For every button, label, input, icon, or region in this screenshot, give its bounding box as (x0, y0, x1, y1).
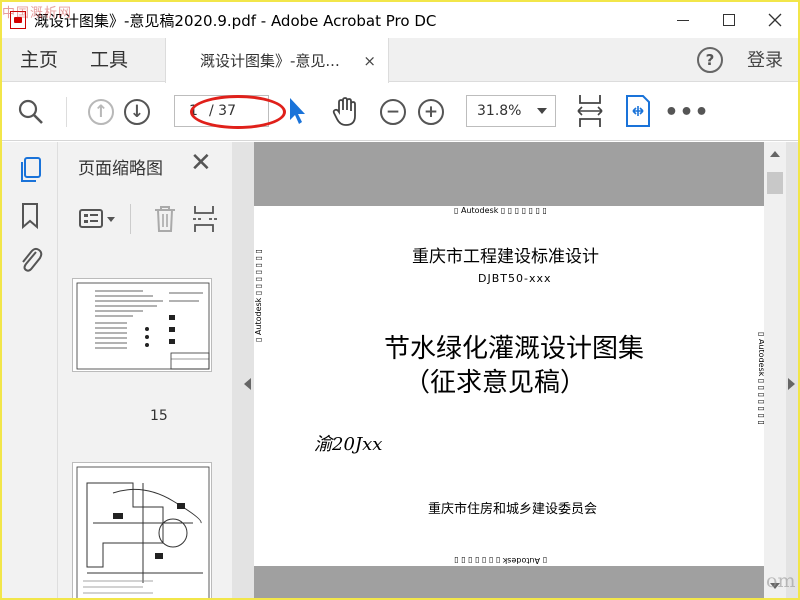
scroll-up-button[interactable] (770, 150, 780, 158)
arrow-down-icon: ↓ (124, 99, 150, 125)
document-heading: 重庆市工程建设标准设计 (412, 247, 599, 267)
close-panel-button[interactable]: ✕ (190, 148, 212, 178)
thumbnail-page-15[interactable] (72, 278, 212, 372)
zoom-out-button[interactable]: − (378, 97, 408, 127)
help-icon[interactable]: ? (697, 47, 723, 73)
pdf-page: ▯ Autodesk ▯ ▯ ▯ ▯ ▯ ▯ ▯ ▯ Autodesk ▯ ▯ … (254, 142, 786, 598)
more-dots-icon: ••• (664, 99, 710, 125)
toolbar-separator (66, 97, 67, 127)
insert-page-icon (193, 206, 217, 232)
corner-watermark: om (766, 570, 796, 592)
chevron-down-icon (537, 108, 547, 114)
document-scrollbar[interactable] (764, 142, 786, 598)
thumbnails-title: 页面缩略图 (78, 159, 163, 179)
page-preview (76, 282, 210, 370)
maximize-button[interactable] (706, 2, 752, 38)
triangle-up-icon (770, 151, 780, 157)
fit-page-button[interactable] (574, 93, 606, 129)
thumbnail-page-16[interactable] (72, 462, 212, 598)
hand-tool-button[interactable] (330, 95, 360, 129)
page-bottom-band (254, 566, 786, 598)
trash-icon (155, 206, 175, 232)
fit-page-icon (577, 95, 603, 127)
autodesk-stamp-left: ▯ Autodesk ▯ ▯ ▯ ▯ ▯ ▯ ▯ (254, 249, 263, 342)
page-rotate-icon (626, 95, 650, 127)
document-subtitle: （征求意见稿） (404, 368, 587, 398)
next-page-button[interactable]: ↓ (122, 97, 152, 127)
arrow-up-icon: ↑ (88, 99, 114, 125)
scrollbar-thumb[interactable] (767, 172, 783, 194)
close-window-button[interactable] (752, 2, 798, 38)
tab-close-button[interactable]: × (363, 52, 376, 70)
delete-pages-button[interactable] (150, 202, 180, 236)
menu-bar: 主页 工具 溉设计图集》-意见... × ? 登录 (2, 38, 798, 83)
minus-icon: − (380, 99, 406, 125)
handwritten-code: 渝20Jxx (314, 434, 383, 455)
thumbnail-options-button[interactable] (78, 204, 118, 234)
menu-tools[interactable]: 工具 (90, 38, 128, 82)
options-menu-icon (79, 209, 115, 228)
autodesk-stamp-bottom: ▯ Autodesk ▯ ▯ ▯ ▯ ▯ ▯ ▯ (454, 556, 547, 565)
page-thumbnails-button[interactable] (18, 156, 42, 182)
zoom-in-button[interactable]: + (416, 97, 446, 127)
bookmarks-button[interactable] (18, 202, 42, 230)
bookmark-icon (22, 203, 38, 230)
thumbnail-page-label: 15 (150, 408, 168, 424)
rotate-view-button[interactable] (622, 93, 654, 129)
hand-icon (332, 97, 356, 126)
document-tab-label: 溉设计图集》-意见... (200, 52, 340, 70)
zoom-dropdown[interactable]: 31.8% (466, 95, 556, 127)
window-title: 溉设计图集》-意见稿2020.9.pdf - Adobe Acrobat Pro… (34, 11, 437, 30)
page-top-band (254, 142, 786, 206)
page-preview (76, 466, 210, 598)
autodesk-stamp-top: ▯ Autodesk ▯ ▯ ▯ ▯ ▯ ▯ ▯ (454, 206, 547, 215)
login-link[interactable]: 登录 (747, 38, 783, 82)
window-controls (660, 2, 798, 38)
maximize-icon (723, 14, 735, 26)
thumbnails-panel: 页面缩略图 ✕ 15 (58, 142, 286, 598)
expand-right-pane-icon[interactable] (788, 378, 795, 390)
pages-icon (21, 157, 41, 182)
document-code: DJBT50-xxx (478, 272, 552, 285)
document-title: 节水绿化灌溉设计图集 (384, 334, 645, 364)
document-issuer: 重庆市住房和城乡建设委员会 (428, 502, 598, 517)
more-tools-button[interactable]: ••• (664, 97, 708, 127)
collapse-left-pane-icon[interactable] (244, 378, 251, 390)
site-watermark: 中国溉析网 (2, 6, 73, 21)
search-button[interactable] (16, 97, 46, 127)
plus-icon: + (418, 99, 444, 125)
insert-pages-button[interactable] (190, 202, 220, 236)
close-icon (768, 13, 782, 27)
annotation-oval (190, 95, 286, 129)
thumbnail-tools-separator (130, 204, 131, 234)
search-icon (18, 99, 43, 124)
cursor-arrow-icon (290, 98, 305, 124)
menu-home[interactable]: 主页 (20, 38, 58, 82)
toolbar: ↑ ↓ 1 / 37 − + 31.8% ••• (2, 83, 798, 141)
document-tab[interactable]: 溉设计图集》-意见... × (165, 38, 389, 83)
previous-page-button[interactable]: ↑ (86, 97, 116, 127)
attachments-button[interactable] (18, 246, 43, 272)
thumbnail-tools (78, 202, 228, 236)
select-tool-button[interactable] (284, 95, 310, 127)
minimize-icon (677, 19, 689, 21)
title-bar: 溉设计图集》-意见稿2020.9.pdf - Adobe Acrobat Pro… (2, 2, 798, 38)
navigation-rail (2, 142, 58, 598)
paperclip-icon (22, 247, 43, 272)
minimize-button[interactable] (660, 2, 706, 38)
zoom-value: 31.8% (477, 103, 522, 119)
